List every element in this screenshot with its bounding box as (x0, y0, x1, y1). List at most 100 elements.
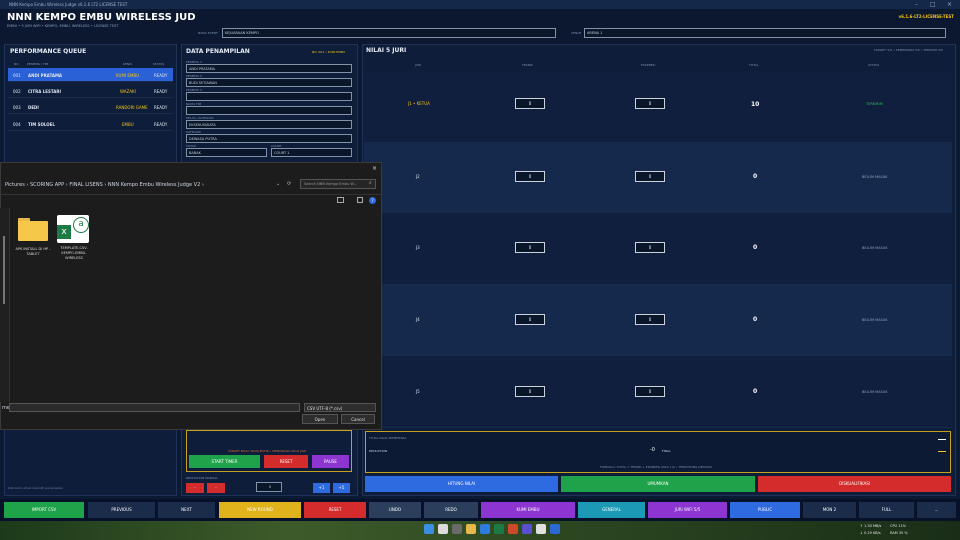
umumkan-button[interactable]: UMUMKAN (561, 476, 755, 492)
file-name[interactable]: APK INSTALL DI HP - TABLET (13, 247, 53, 257)
filename-input[interactable] (9, 403, 300, 412)
help-icon[interactable]: ? (369, 197, 376, 204)
file-name[interactable]: TEMPLATE-CSV-KEMPO-EMBU-WIRELESS (54, 246, 94, 261)
reset-button[interactable]: RESET (304, 502, 366, 518)
previous-button[interactable]: PREVIOUS (88, 502, 155, 518)
queue-row-name: DEDI (28, 105, 39, 110)
teknik-score-input[interactable]: 0 (515, 314, 545, 325)
refresh-icon[interactable]: ⟳ (287, 181, 291, 187)
teknik-score-input[interactable]: 0 (515, 242, 545, 253)
queue-row[interactable]: 004 TIM SOLOEL EMBU READY (8, 117, 173, 131)
venue-input[interactable]: ARENA 1 (584, 28, 946, 38)
score-final-label: FINAL (662, 449, 671, 453)
judge-name: J3 (416, 245, 420, 250)
start-icon[interactable] (424, 524, 434, 534)
maximize-icon[interactable]: □ (930, 0, 936, 9)
score-bar-white (938, 439, 946, 440)
queue-row-status: READY (154, 105, 168, 110)
preview-pane-icon[interactable] (357, 197, 363, 203)
round-input[interactable]: BABAK (186, 148, 267, 157)
more-button[interactable]: ... (917, 502, 956, 518)
redo-button[interactable]: REDO (424, 502, 478, 518)
data-title: DATA PENAMPILAN (186, 48, 250, 55)
teknik-score-input[interactable]: 0 (515, 171, 545, 182)
undo-button[interactable]: UNDO (369, 502, 421, 518)
participant-2-input[interactable]: BUDI SETIAWAN (186, 78, 352, 87)
judge-total: 0 (753, 316, 758, 323)
queue-col-status: STATUS (153, 62, 165, 66)
explorer-icon[interactable] (466, 524, 476, 534)
ekspresi-score-input[interactable]: 0 (635, 242, 665, 253)
venue-label: VENUE (571, 31, 582, 35)
participant-1-input[interactable]: ANDI PRATAMA (186, 64, 352, 73)
timer-pause-button[interactable]: PAUSE (312, 455, 349, 468)
queue-row[interactable]: 002 CITRA LESTARI WAZAKI READY (8, 84, 173, 98)
ekspresi-score-input[interactable]: 0 (635, 98, 665, 109)
search-taskbar-icon[interactable] (438, 524, 448, 534)
start-timer-button[interactable]: START TIMER (189, 455, 260, 468)
timer-reset-button[interactable]: RESET (264, 455, 308, 468)
minimize-icon[interactable]: – (915, 0, 918, 9)
deduction-plus1-button[interactable]: +1 (313, 483, 330, 493)
app-taskbar-icon-2[interactable] (522, 524, 532, 534)
court-input[interactable]: COURT 1 (271, 148, 352, 157)
next-button[interactable]: NEXT (158, 502, 215, 518)
event-name-input[interactable]: KEJUARAAN KEMPO (222, 28, 556, 38)
teknik-score-input[interactable]: 0 (515, 386, 545, 397)
judges-col-teknik: TEKNIK (522, 63, 533, 67)
juri-wifi-button[interactable]: JURI WIFI 5/5 (648, 502, 727, 518)
file-item-folder[interactable] (18, 216, 48, 244)
kumi-embu-button[interactable]: KUMI EMBU (481, 502, 575, 518)
dialog-close-icon[interactable]: × (372, 165, 377, 172)
deduction-minus-button[interactable]: - (186, 483, 204, 493)
import-csv-button[interactable]: IMPORT CSV (4, 502, 84, 518)
deduction-manual-label: DEDUCTION MANUAL (186, 476, 218, 480)
app-taskbar-icon-3[interactable] (550, 524, 560, 534)
ekspresi-score-input[interactable]: 0 (635, 171, 665, 182)
mon2-button[interactable]: MON 2 (803, 502, 856, 518)
deduction-plus5-button[interactable]: +5 (333, 483, 350, 493)
diskualifikasi-button[interactable]: DISKUALIFIKASI (758, 476, 951, 492)
dialog-breadcrumb[interactable]: Pictures › SCORING APP › FINAL LISENS › … (5, 182, 204, 188)
close-icon[interactable]: × (947, 0, 952, 9)
dialog-search-input[interactable]: Search NNN Kempo Embu W... (304, 182, 357, 186)
public-button[interactable]: PUBLIC (730, 502, 800, 518)
cancel-button[interactable]: Cancel (341, 414, 375, 424)
score-deduction-label: DEDUCTION (369, 449, 388, 453)
edge-icon[interactable] (480, 524, 490, 534)
app-taskbar-icon-1[interactable] (508, 524, 518, 534)
filetype-select[interactable]: CSV UTF-8 (*.csv) (304, 403, 376, 412)
excel-file-icon[interactable]: x a (57, 215, 89, 243)
class-input[interactable]: EKSEKUSI/KATA (186, 120, 352, 129)
breadcrumb-dropdown-icon[interactable]: ⌄ (276, 181, 280, 187)
license-badge: v6.1.6-LT2-LICENSE-TEST (898, 14, 954, 19)
queue-col-no: NO (14, 62, 19, 66)
chrome-icon[interactable] (536, 524, 546, 534)
judges-title: NILAI 5 JURI (366, 47, 407, 54)
taskview-icon[interactable] (452, 524, 462, 534)
nav-scrollbar[interactable] (3, 236, 5, 304)
hitung-nilai-button[interactable]: HITUNG NILAI (365, 476, 558, 492)
full-button[interactable]: FULL (859, 502, 914, 518)
ekspresi-score-input[interactable]: 0 (635, 386, 665, 397)
deduction-minus-button-2[interactable]: - (207, 483, 225, 493)
queue-row[interactable]: 003 DEDI RANDORI GAME READY (8, 100, 173, 114)
queue-row[interactable]: 001 ANDI PRATAMA KUMI EMBU READY (8, 68, 173, 82)
search-icon[interactable]: ⌕ (369, 180, 372, 186)
new-round-button[interactable]: NEW ROUND (219, 502, 301, 518)
category-input[interactable]: DEWASA PUTRA (186, 134, 352, 143)
open-button[interactable]: Open (302, 414, 338, 424)
general-button[interactable]: GENERAL (578, 502, 645, 518)
queue-row-status: READY (154, 89, 168, 94)
score-deduction-value: -0 (650, 447, 655, 453)
net-up: ↑ 1.30 MB/s (860, 524, 882, 528)
deduction-input[interactable]: 0 (256, 482, 282, 492)
participant-3-input[interactable] (186, 92, 352, 101)
team-name-input[interactable] (186, 106, 352, 115)
excel-taskbar-icon[interactable] (494, 524, 504, 534)
judge-total: 0 (753, 244, 758, 251)
ekspresi-score-input[interactable]: 0 (635, 314, 665, 325)
teknik-score-input[interactable]: 0 (515, 98, 545, 109)
score-bar-gold (938, 451, 946, 452)
view-options-icon[interactable] (337, 197, 344, 203)
